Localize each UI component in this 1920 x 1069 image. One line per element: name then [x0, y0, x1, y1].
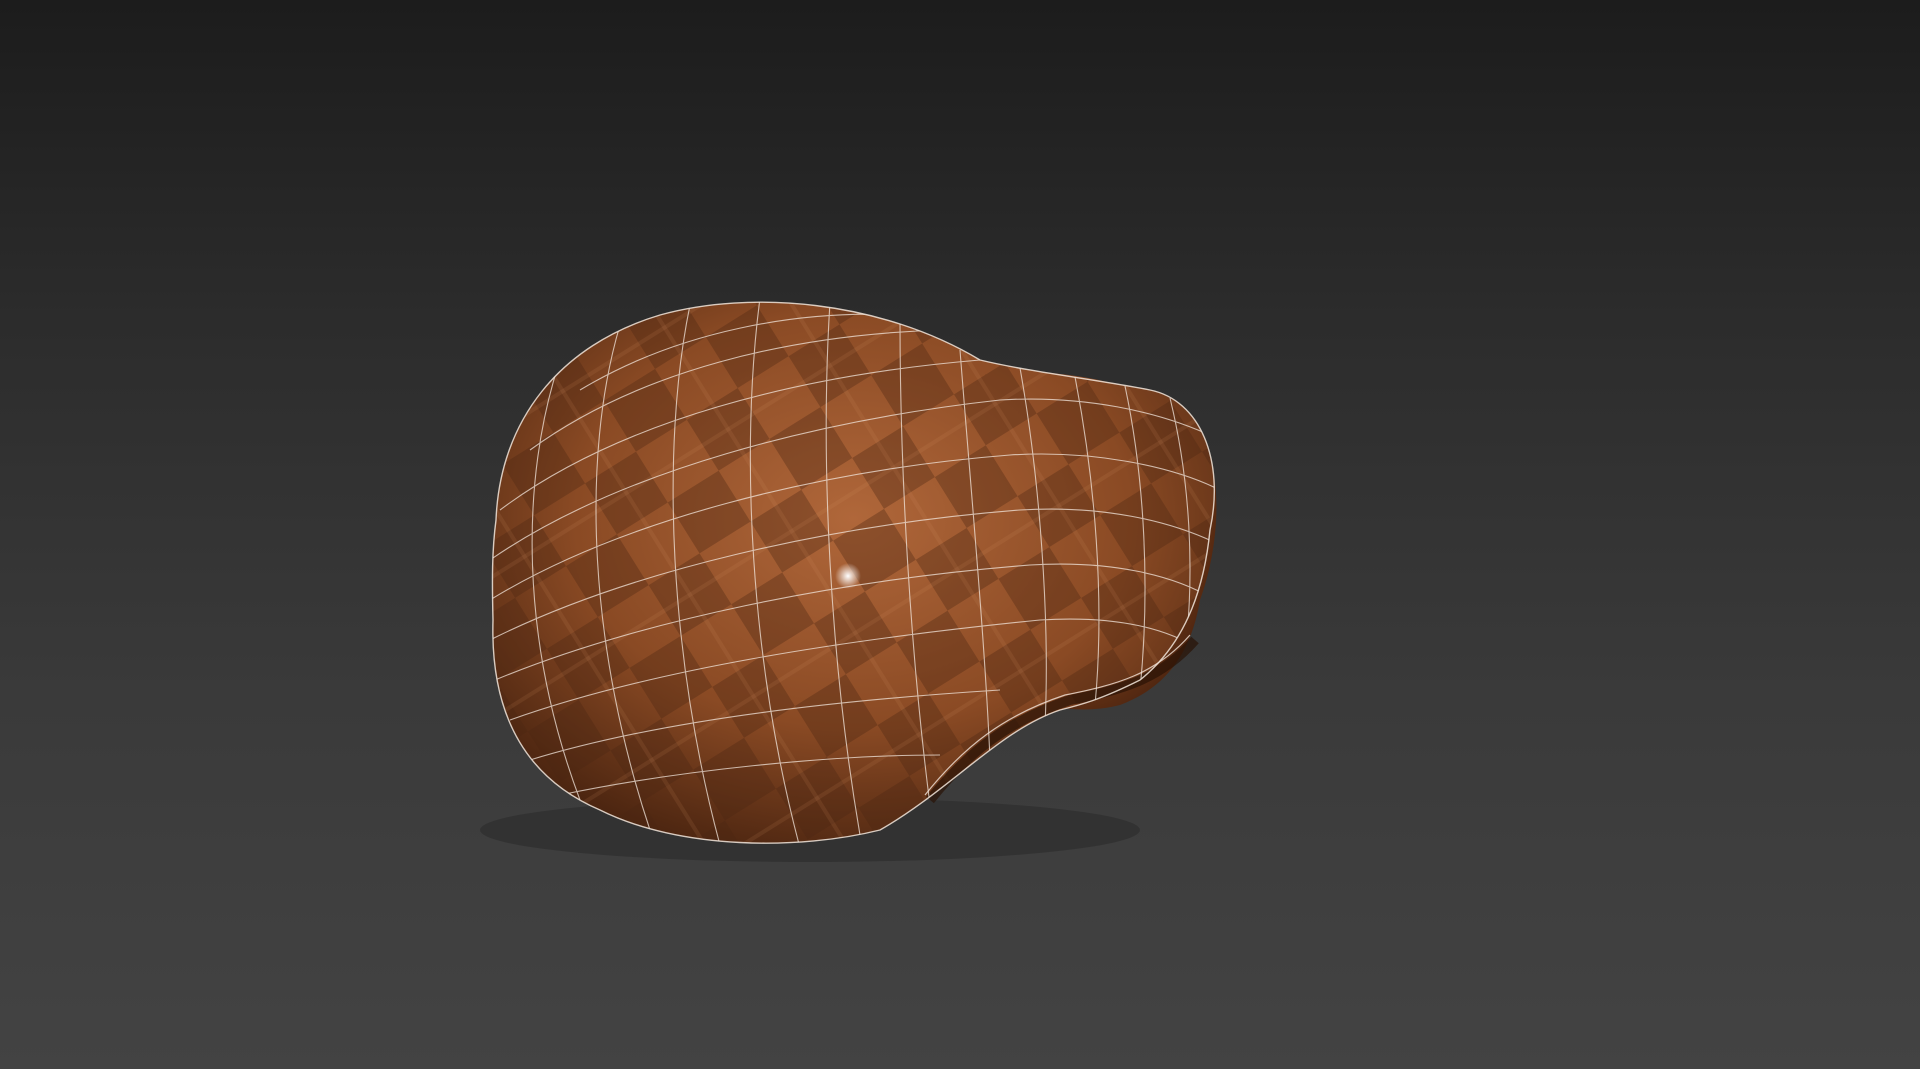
- 3d-viewport[interactable]: [0, 0, 1920, 1069]
- specular-highlight: [835, 563, 861, 589]
- flat-cap-model[interactable]: [480, 290, 1240, 870]
- viewport-scene[interactable]: [0, 0, 1920, 1069]
